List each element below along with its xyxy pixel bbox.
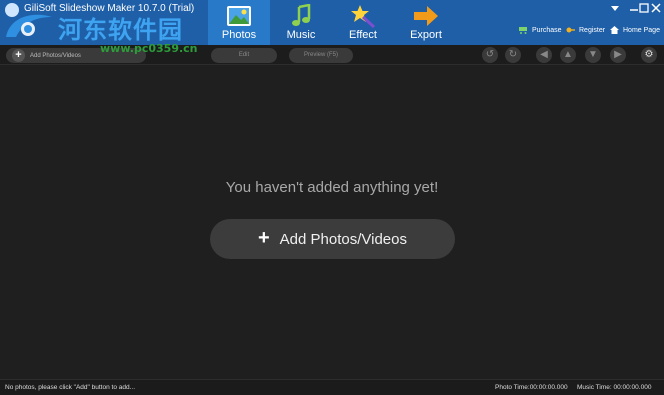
move-down-icon[interactable]: ▼	[585, 47, 601, 63]
purchase-label: Purchase	[532, 26, 562, 34]
music-time-label: Music Time:	[577, 384, 612, 391]
rotate-right-icon[interactable]: ↻	[505, 47, 521, 63]
key-icon	[566, 27, 575, 33]
rotate-left-icon[interactable]: ↺	[482, 47, 498, 63]
status-bar: No photos, please click "Add" button to …	[0, 379, 664, 395]
home-icon	[610, 26, 619, 34]
settings-gear-icon[interactable]: ⚙	[641, 47, 657, 63]
watermark-text: 河东软件园	[58, 15, 183, 44]
close-icon[interactable]	[649, 2, 663, 14]
add-photos-videos-label: Add Photos/Videos	[30, 52, 81, 59]
title-bar: GiliSoft Slideshow Maker 10.7.0 (Trial) …	[0, 0, 664, 45]
tab-photos[interactable]: Photos	[208, 0, 270, 45]
add-photos-videos-main-label: Add Photos/Videos	[279, 230, 407, 248]
move-up-icon[interactable]: ▲	[560, 47, 576, 63]
register-label: Register	[579, 26, 606, 34]
music-note-icon	[292, 4, 311, 26]
edit-button[interactable]: Edit	[211, 48, 277, 63]
purchase-link[interactable]: Purchase	[519, 26, 562, 34]
tab-effect-label: Effect	[349, 29, 377, 41]
dropdown-menu-icon[interactable]	[608, 2, 622, 14]
tab-export-label: Export	[410, 29, 442, 41]
watermark-logo-icon	[6, 14, 52, 37]
tab-effect[interactable]: Effect	[332, 0, 394, 45]
move-right-icon[interactable]: ▶	[610, 47, 626, 63]
move-left-icon[interactable]: ◀	[536, 47, 552, 63]
photo-time-value: 00:00:00.000	[529, 384, 568, 391]
empty-state-message: You haven't added anything yet!	[225, 179, 439, 196]
tab-export[interactable]: Export	[395, 0, 457, 45]
home-page-label: Home Page	[623, 26, 660, 34]
photo-time-label: Photo Time:	[495, 384, 530, 391]
preview-button[interactable]: Preview (F5)	[289, 48, 353, 63]
status-message: No photos, please click "Add" button to …	[5, 384, 135, 391]
magic-wand-icon	[351, 5, 376, 28]
tab-music[interactable]: Music	[270, 0, 332, 45]
tab-music-label: Music	[286, 29, 316, 41]
tab-photos-label: Photos	[221, 29, 257, 41]
arrow-right-icon	[414, 6, 438, 26]
music-time-value: 00:00:00.000	[613, 384, 652, 391]
photo-time: Photo Time:00:00:00.000	[495, 384, 568, 391]
music-time: Music Time: 00:00:00.000	[577, 384, 651, 391]
cart-icon	[519, 27, 527, 34]
watermark-url: www.pc0359.cn	[100, 42, 198, 55]
add-photos-videos-main-button[interactable]: + Add Photos/Videos	[210, 219, 455, 259]
plus-icon: +	[12, 49, 25, 62]
home-page-link[interactable]: Home Page	[610, 26, 660, 34]
plus-icon: +	[257, 227, 270, 249]
photo-icon	[227, 6, 251, 26]
register-link[interactable]: Register	[566, 26, 605, 34]
